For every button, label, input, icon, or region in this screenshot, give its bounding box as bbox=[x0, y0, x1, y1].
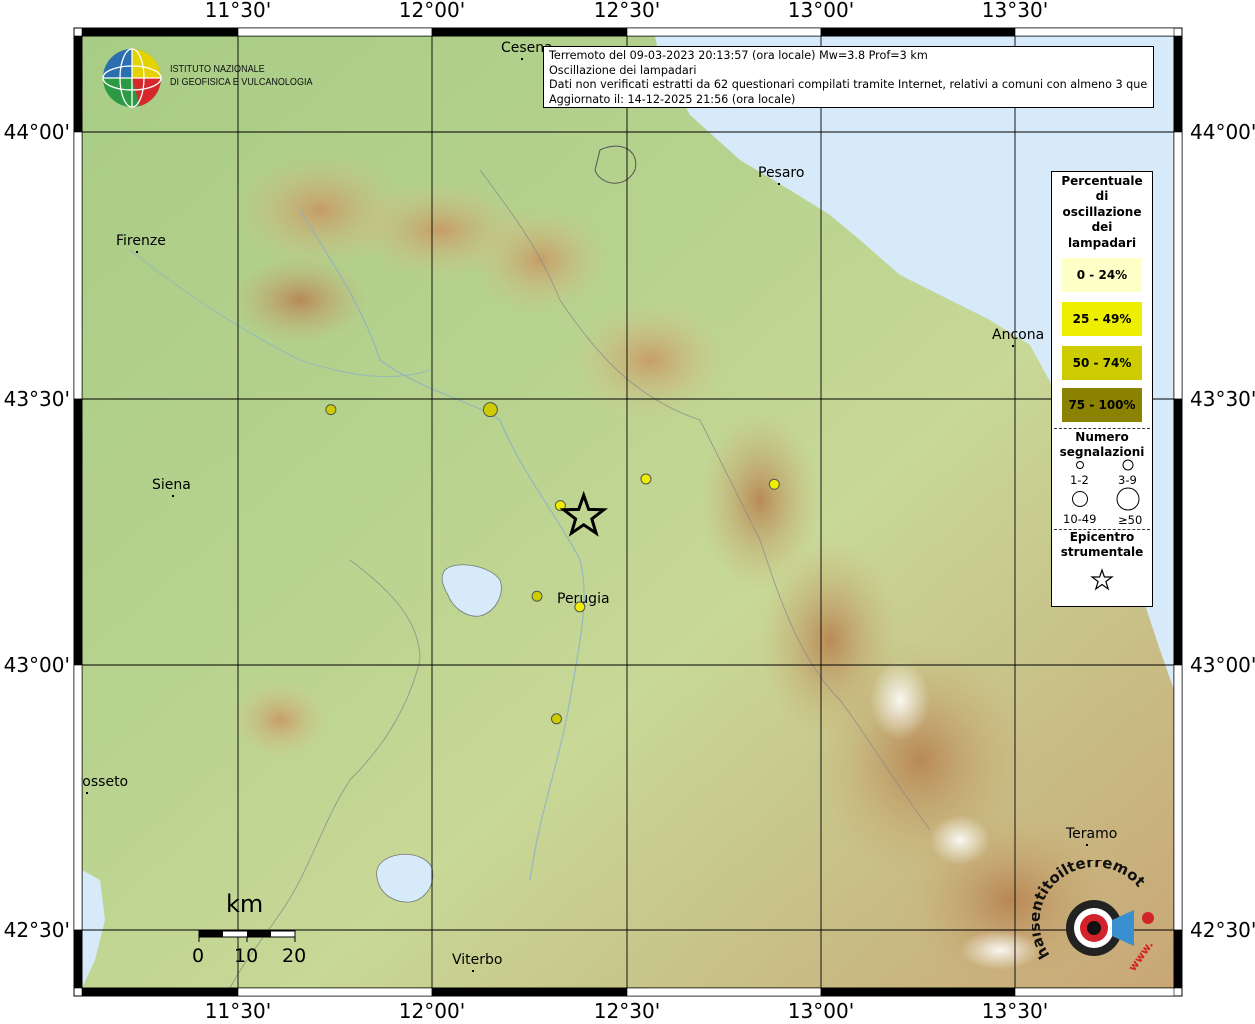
map-subject: Oscillazione dei lampadari bbox=[549, 63, 697, 77]
frame-bar bbox=[81, 987, 239, 997]
city-marker bbox=[1086, 844, 1088, 846]
event-info-box: Terremoto del 09-03-2023 20:13:57 (ora l… bbox=[543, 46, 1154, 108]
lat-label-right: 43°00' bbox=[1190, 653, 1255, 677]
frame-bar bbox=[73, 664, 83, 931]
latitude-labels-right: 44°00' 43°30' 43°00' 42°30' bbox=[1190, 120, 1255, 942]
frame-bar bbox=[81, 27, 239, 37]
city-label: Teramo bbox=[1065, 826, 1117, 842]
event-description: Terremoto del 09-03-2023 20:13:57 (ora l… bbox=[549, 49, 928, 62]
city-label: Ancona bbox=[992, 327, 1044, 343]
lon-label-bottom: 13°00' bbox=[788, 999, 854, 1023]
frame-bar bbox=[1173, 398, 1183, 666]
haisentito-logo: haisentitoilterremoto.it www. bbox=[1025, 846, 1162, 990]
city-marker bbox=[136, 251, 138, 253]
longitude-labels-top: 11°30' 12°00' 12°30' 13°00' 13°30' bbox=[205, 0, 1048, 22]
city-marker bbox=[778, 183, 780, 185]
city-marker bbox=[86, 792, 88, 794]
count-label: 3-9 bbox=[1118, 473, 1137, 487]
legend-class-1: 25 - 49% bbox=[1062, 302, 1142, 336]
frame-bar bbox=[431, 987, 628, 997]
institute-line2: DI GEOFISICA E VULCANOLOGIA bbox=[170, 75, 313, 88]
lat-label-right: 42°30' bbox=[1190, 918, 1255, 942]
data-disclaimer: Dati non verificati estratti da 62 quest… bbox=[549, 78, 1148, 91]
legend-class-2: 50 - 74% bbox=[1062, 346, 1142, 380]
count-legend-title: Numero segnalazioni bbox=[1059, 430, 1145, 460]
frame-bar bbox=[626, 987, 822, 997]
observation-marker[interactable] bbox=[574, 601, 586, 613]
lon-label-top: 13°30' bbox=[982, 0, 1048, 22]
scale-tick: 10 bbox=[234, 945, 259, 967]
lon-label-top: 12°30' bbox=[594, 0, 660, 22]
observation-marker[interactable] bbox=[482, 402, 498, 418]
count-symbols bbox=[1072, 459, 1140, 511]
frame-bar bbox=[73, 929, 83, 989]
city-marker bbox=[472, 970, 474, 972]
frame-bar bbox=[73, 398, 83, 666]
lon-label-top: 13°00' bbox=[788, 0, 854, 22]
city-label: Firenze bbox=[116, 233, 166, 249]
frame-bar bbox=[237, 987, 433, 997]
observation-marker[interactable] bbox=[640, 473, 652, 485]
lat-label-left: 44°00' bbox=[4, 120, 70, 144]
legend-class-3: 75 - 100% bbox=[1062, 388, 1142, 422]
frame-bar bbox=[237, 27, 433, 37]
lat-label-right: 44°00' bbox=[1190, 120, 1255, 144]
lat-label-right: 43°30' bbox=[1190, 387, 1255, 411]
scale-tick: 0 bbox=[192, 945, 205, 967]
frame-bar bbox=[1014, 27, 1175, 37]
city-marker bbox=[1012, 345, 1014, 347]
frame-bar bbox=[431, 27, 628, 37]
city-marker bbox=[172, 495, 174, 497]
frame-bar bbox=[1173, 929, 1183, 989]
lon-label-bottom: 13°30' bbox=[982, 999, 1048, 1023]
lon-label-bottom: 12°30' bbox=[594, 999, 660, 1023]
epicenter-legend-title: Epicentro strumentale bbox=[1060, 530, 1144, 560]
lon-label-top: 12°00' bbox=[399, 0, 465, 22]
update-timestamp: Aggiornato il: 14-12-2025 21:56 (ora loc… bbox=[549, 92, 796, 106]
longitude-labels-bottom: 11°30' 12°00' 12°30' 13°00' 13°30' bbox=[205, 999, 1048, 1023]
frame-bar bbox=[1173, 664, 1183, 931]
institute-name: ISTITUTO NAZIONALE DI GEOFISICA E VULCAN… bbox=[170, 63, 313, 88]
lon-label-bottom: 11°30' bbox=[205, 999, 271, 1023]
lon-label-top: 11°30' bbox=[205, 0, 271, 22]
count-label: 10-49 bbox=[1063, 512, 1097, 526]
legend-title: Percentuale di oscillazione dei lampadar… bbox=[1061, 174, 1143, 250]
frame-bar bbox=[626, 27, 822, 37]
observation-marker[interactable] bbox=[325, 404, 337, 416]
observation-marker[interactable] bbox=[768, 478, 780, 490]
city-label: Viterbo bbox=[452, 952, 502, 968]
lat-label-left: 43°30' bbox=[4, 387, 70, 411]
city-label: Siena bbox=[152, 477, 191, 493]
scale-unit: km bbox=[226, 890, 264, 918]
frame-bar bbox=[73, 35, 83, 133]
frame-bar bbox=[820, 27, 1016, 37]
globe-icon bbox=[102, 48, 162, 108]
institute-line1: ISTITUTO NAZIONALE bbox=[170, 63, 265, 75]
frame-bar bbox=[73, 131, 83, 400]
frame-bar bbox=[820, 987, 1016, 997]
scale-tick: 20 bbox=[282, 945, 307, 967]
city-label: Pesaro bbox=[758, 165, 804, 181]
count-label: ≥50 bbox=[1118, 513, 1143, 527]
star-icon bbox=[1090, 568, 1114, 591]
observation-marker[interactable] bbox=[550, 713, 562, 725]
frame-bar bbox=[1173, 131, 1183, 400]
frame-bar bbox=[1173, 35, 1183, 133]
count-label: 1-2 bbox=[1070, 473, 1089, 487]
lat-label-left: 42°30' bbox=[4, 918, 70, 942]
lat-label-left: 43°00' bbox=[4, 653, 70, 677]
observation-marker[interactable] bbox=[531, 590, 543, 602]
legend: Percentuale di oscillazione dei lampadar… bbox=[1051, 171, 1153, 607]
ingv-logo: ISTITUTO NAZIONALE DI GEOFISICA E VULCAN… bbox=[100, 46, 320, 110]
map-area: CesenaPesaroFirenzeAnconaSienaPerugiaGro… bbox=[82, 36, 1174, 988]
legend-class-0: 0 - 24% bbox=[1062, 258, 1142, 292]
lon-label-bottom: 12°00' bbox=[399, 999, 465, 1023]
city-marker bbox=[521, 58, 523, 60]
latitude-labels-left: 44°00' 43°30' 43°00' 42°30' bbox=[4, 120, 70, 942]
